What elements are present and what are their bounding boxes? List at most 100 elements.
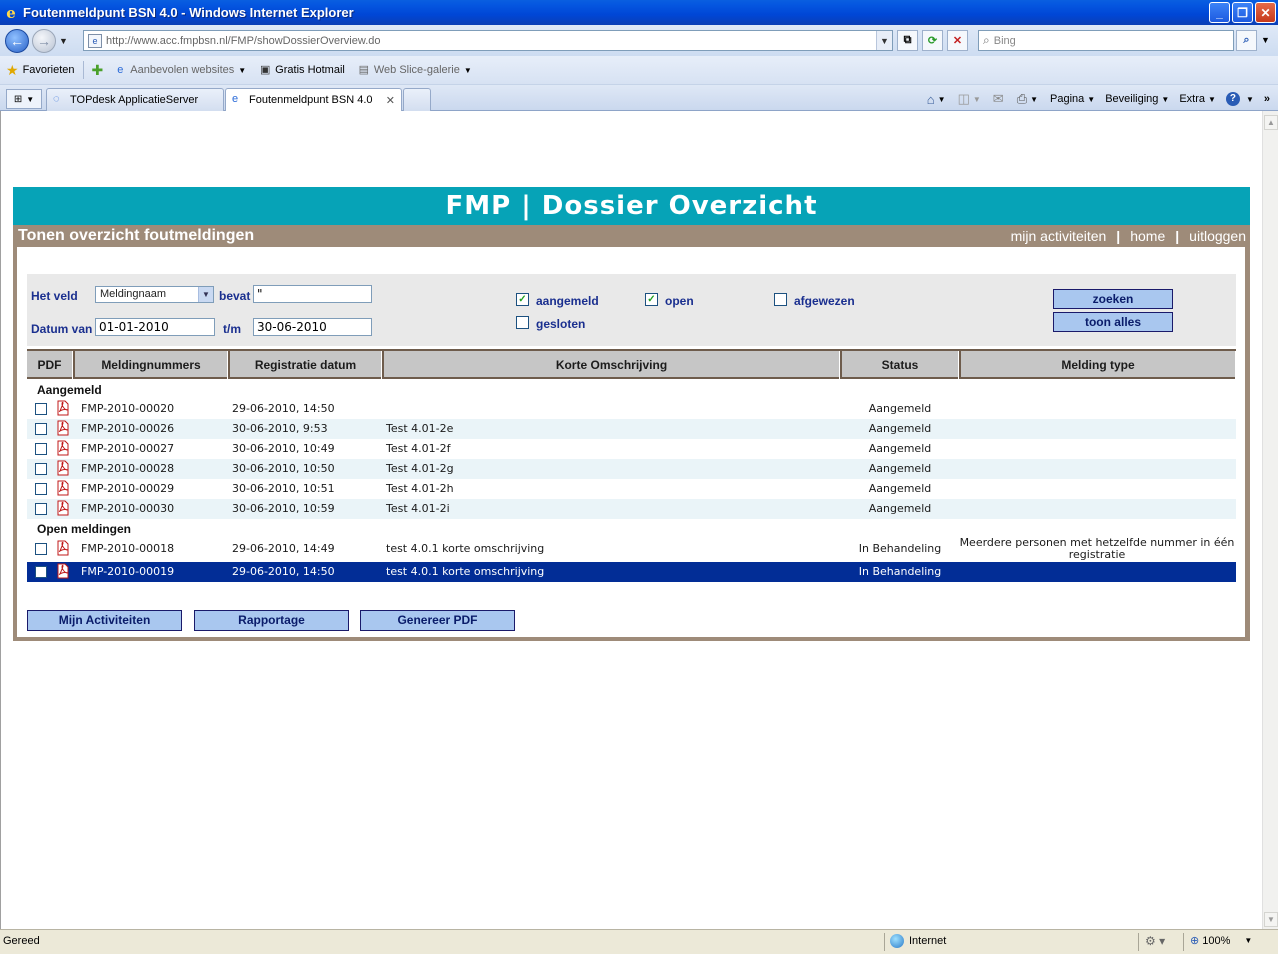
tab-page-icon: e	[232, 93, 239, 105]
divider: |	[1175, 228, 1180, 244]
protected-mode-icon[interactable]: ⚙ ▾	[1145, 934, 1165, 948]
pdf-icon[interactable]	[55, 420, 71, 436]
fav-item-webslice[interactable]: ▤ Web Slice-galerie ▼	[357, 63, 472, 77]
print-icon[interactable]: ⎙	[1017, 91, 1027, 107]
row-checkbox[interactable]	[35, 423, 47, 435]
refresh-icon[interactable]: ⟳	[922, 30, 943, 51]
chevron-down-icon[interactable]: ▼	[973, 95, 981, 104]
table-row[interactable]: FMP-2010-00028 30-06-2010, 10:50 Test 4.…	[27, 459, 1236, 479]
maximize-button[interactable]: ❐	[1232, 2, 1253, 23]
mijn-activiteiten-button[interactable]: Mijn Activiteiten	[27, 610, 182, 631]
table-row[interactable]: FMP-2010-00029 30-06-2010, 10:51 Test 4.…	[27, 479, 1236, 499]
table-row[interactable]: FMP-2010-00027 30-06-2010, 10:49 Test 4.…	[27, 439, 1236, 459]
new-tab-button[interactable]	[403, 88, 431, 111]
address-field[interactable]: e http://www.acc.fmpbsn.nl/FMP/showDossi…	[83, 30, 893, 51]
pdf-icon[interactable]	[55, 540, 71, 556]
overflow-chevron-icon[interactable]: »	[1264, 93, 1270, 105]
vertical-scrollbar[interactable]: ▲ ▼	[1262, 111, 1278, 929]
link-mijn-activiteiten[interactable]: mijn activiteiten	[1011, 228, 1107, 244]
zoom-control[interactable]: ⊕ 100% ▼	[1190, 934, 1252, 948]
tab-topdesk[interactable]: ◌ TOPdesk ApplicatieServer	[46, 88, 224, 111]
back-button[interactable]: ←	[5, 28, 29, 53]
address-dropdown-icon[interactable]: ▼	[876, 31, 892, 50]
row-checkbox[interactable]	[35, 483, 47, 495]
cell-datum: 29-06-2010, 14:50	[232, 565, 335, 578]
search-input[interactable]: ⌕ Bing	[978, 30, 1234, 51]
table-row[interactable]: FMP-2010-00020 29-06-2010, 14:50 Aangeme…	[27, 399, 1236, 419]
help-icon: ?	[1225, 92, 1240, 106]
close-button[interactable]: ✕	[1255, 2, 1276, 23]
table-row-selected[interactable]: FMP-2010-00019 29-06-2010, 14:50 test 4.…	[27, 562, 1236, 582]
chevron-down-icon[interactable]: ▼	[1030, 95, 1038, 104]
search-go-button[interactable]: ⌕	[1236, 30, 1257, 51]
tab-foutenmeldpunt[interactable]: e Foutenmeldpunt BSN 4.0 ✕	[225, 88, 402, 111]
cell-omschrijving: Test 4.01-2e	[386, 422, 454, 435]
date-to-input[interactable]: 30-06-2010	[253, 318, 372, 336]
menu-pagina[interactable]: Pagina ▼	[1050, 93, 1095, 105]
contains-input[interactable]: "	[253, 285, 372, 303]
search-button[interactable]: zoeken	[1053, 289, 1173, 309]
cell-status: Aangemeld	[868, 402, 932, 415]
command-bar: ⌂ ▼ ◫ ▼ ✉ ⎙ ▼ Pagina ▼ Beveiliging ▼ Extra…	[927, 88, 1278, 110]
add-favorite-icon[interactable]: ✚	[92, 62, 104, 79]
pdf-icon[interactable]	[55, 563, 71, 579]
scroll-up-icon[interactable]: ▲	[1264, 115, 1278, 130]
pdf-icon[interactable]	[55, 460, 71, 476]
checkbox-aangemeld[interactable]: ✓	[516, 293, 529, 306]
pdf-icon[interactable]	[55, 440, 71, 456]
row-checkbox[interactable]	[35, 443, 47, 455]
scroll-down-icon[interactable]: ▼	[1264, 912, 1278, 927]
tab-close-icon[interactable]: ✕	[386, 94, 395, 107]
page-title: FMP | Dossier Overzicht	[13, 187, 1250, 225]
date-from-input[interactable]: 01-01-2010	[95, 318, 215, 336]
fav-item-aanbevolen[interactable]: e Aanbevolen websites ▼	[113, 63, 246, 77]
row-checkbox[interactable]	[35, 503, 47, 515]
row-checkbox[interactable]	[35, 543, 47, 555]
table-row[interactable]: FMP-2010-00030 30-06-2010, 10:59 Test 4.…	[27, 499, 1236, 519]
checkbox-gesloten[interactable]	[516, 316, 529, 329]
forward-button[interactable]: →	[32, 28, 56, 53]
favorites-button[interactable]: Favorieten	[23, 64, 75, 76]
field-select[interactable]: Meldingnaam ▼	[95, 286, 214, 303]
cell-status: Aangemeld	[868, 442, 932, 455]
quick-tabs-button[interactable]: ⊞ ▼	[6, 89, 42, 109]
show-all-button[interactable]: toon alles	[1053, 312, 1173, 332]
read-mail-icon[interactable]: ✉	[993, 91, 1004, 107]
menu-extra[interactable]: Extra ▼	[1179, 93, 1216, 105]
chevron-down-icon: ▼	[463, 65, 472, 75]
pdf-icon[interactable]	[55, 500, 71, 516]
chevron-down-icon[interactable]: ▼	[938, 95, 946, 104]
page-icon: e	[88, 33, 102, 48]
minimize-button[interactable]: _	[1209, 2, 1230, 23]
home-icon[interactable]: ⌂	[927, 92, 935, 107]
row-checkbox[interactable]	[35, 566, 47, 578]
rapportage-button[interactable]: Rapportage	[194, 610, 349, 631]
cell-datum: 29-06-2010, 14:49	[232, 542, 335, 555]
history-dropdown-icon[interactable]: ▼	[59, 36, 68, 46]
security-zone[interactable]: Internet	[890, 934, 946, 948]
cell-melding-type: Meerdere personen met hetzelfde nummer i…	[959, 536, 1235, 561]
hotmail-icon: ▣	[259, 64, 271, 76]
row-checkbox[interactable]	[35, 463, 47, 475]
help-menu[interactable]: ? ▼	[1225, 92, 1254, 106]
fav-item-hotmail[interactable]: ▣ Gratis Hotmail	[258, 63, 345, 77]
search-options-icon[interactable]: ▼	[1261, 35, 1270, 45]
rss-feeds-icon[interactable]: ◫	[958, 91, 970, 107]
row-checkbox[interactable]	[35, 403, 47, 415]
table-row[interactable]: FMP-2010-00018 29-06-2010, 14:49 test 4.…	[27, 537, 1236, 561]
checkbox-afgewezen[interactable]	[774, 293, 787, 306]
tab-page-icon: ◌	[53, 93, 60, 105]
link-uitloggen[interactable]: uitloggen	[1189, 228, 1246, 244]
compatibility-view-icon[interactable]: ⧉	[897, 30, 918, 51]
window-title: Foutenmeldpunt BSN 4.0 - Windows Interne…	[23, 5, 354, 20]
cell-datum: 30-06-2010, 9:53	[232, 422, 328, 435]
genereer-pdf-button[interactable]: Genereer PDF	[360, 610, 515, 631]
stop-icon[interactable]: ✕	[947, 30, 968, 51]
menu-beveiliging[interactable]: Beveiliging ▼	[1105, 93, 1169, 105]
checkbox-open[interactable]: ✓	[645, 293, 658, 306]
pdf-icon[interactable]	[55, 400, 71, 416]
table-row[interactable]: FMP-2010-00026 30-06-2010, 9:53 Test 4.0…	[27, 419, 1236, 439]
link-home[interactable]: home	[1130, 228, 1165, 244]
pdf-icon[interactable]	[55, 480, 71, 496]
filter-panel: Het veld Meldingnaam ▼ bevat " Datum van…	[27, 274, 1236, 346]
